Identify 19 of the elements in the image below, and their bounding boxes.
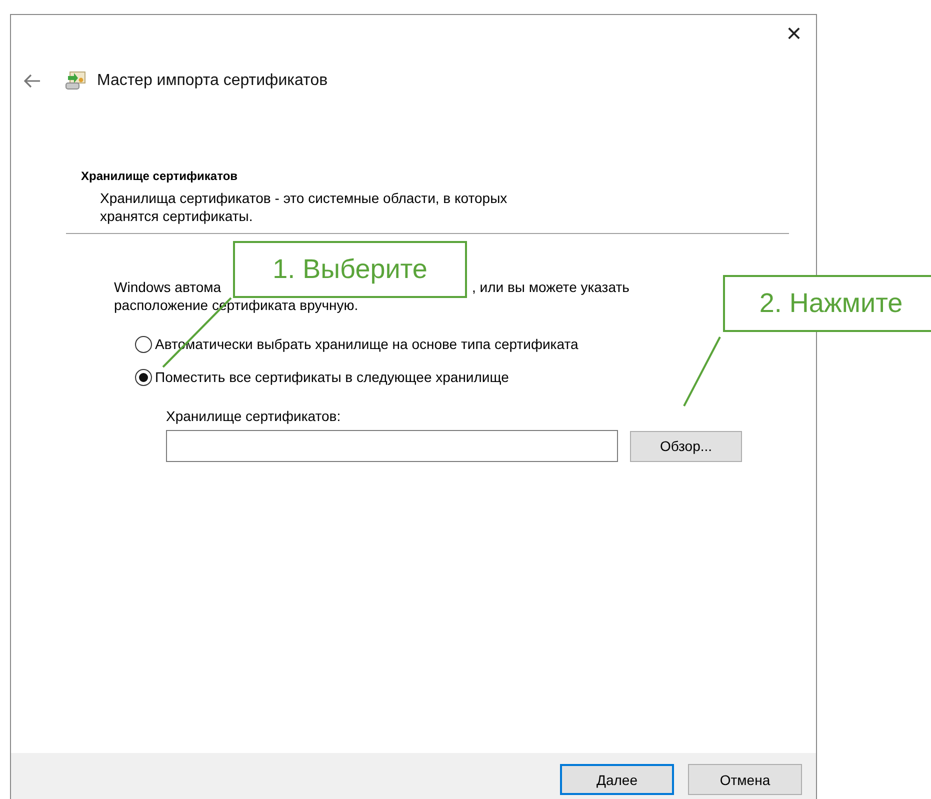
cancel-button[interactable]: Отмена [688, 764, 802, 795]
leader-line [682, 336, 722, 408]
window-title: Мастер импорта сертификатов [97, 72, 328, 90]
browse-button[interactable]: Обзор... [630, 430, 742, 462]
radio-label[interactable]: Поместить все сертификаты в следующее хранилище [155, 367, 509, 387]
store-label: Хранилище сертификатов: [166, 407, 342, 425]
close-button[interactable]: × [772, 15, 816, 69]
store-field[interactable] [166, 430, 618, 462]
callout-label: 2. Нажмите [723, 275, 931, 332]
callout-label: 1. Выберите [233, 241, 467, 298]
back-arrow-icon[interactable] [23, 74, 41, 88]
radio-button[interactable] [135, 336, 152, 352]
radio-button[interactable] [135, 368, 152, 386]
section-heading: Хранилище сертификатов [81, 169, 239, 183]
next-button[interactable]: Далее [560, 764, 674, 795]
intro-text: Windows автома [114, 278, 222, 296]
certificate-icon [65, 71, 87, 91]
intro-text: , или вы можете указать [472, 278, 630, 296]
section-description: Хранилища сертификатов - это системные области, в которых хранятся сертификаты. [99, 189, 508, 225]
